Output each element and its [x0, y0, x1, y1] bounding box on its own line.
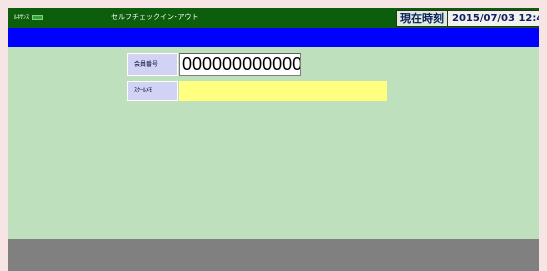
member-number-row: 会員番号 — [127, 53, 301, 76]
school-memo-label: ｽｸｰﾙﾒﾓ — [127, 81, 178, 101]
title-bar: ﾙﾈｻﾝｽ セルフチェックイン･アウト 現在時刻 2015/07/03 12:4… — [8, 8, 539, 28]
brand: ﾙﾈｻﾝｽ — [14, 13, 44, 23]
school-memo-field — [179, 81, 387, 101]
current-time-label: 現在時刻 — [397, 11, 447, 26]
school-memo-row: ｽｸｰﾙﾒﾓ — [127, 81, 387, 101]
screen-title: セルフチェックイン･アウト — [111, 13, 199, 21]
current-time-value: 2015/07/03 12:47 — [447, 11, 539, 26]
member-number-label: 会員番号 — [127, 53, 178, 76]
brand-name: ﾙﾈｻﾝｽ — [14, 14, 30, 21]
app-window: ﾙﾈｻﾝｽ セルフチェックイン･アウト 現在時刻 2015/07/03 12:4… — [8, 8, 539, 271]
current-time-display: 現在時刻 2015/07/03 12:47 — [396, 10, 539, 27]
member-number-input[interactable] — [179, 53, 301, 76]
accent-bar — [8, 28, 539, 47]
footer-bar — [8, 239, 539, 271]
brand-logo-icon — [32, 15, 44, 20]
